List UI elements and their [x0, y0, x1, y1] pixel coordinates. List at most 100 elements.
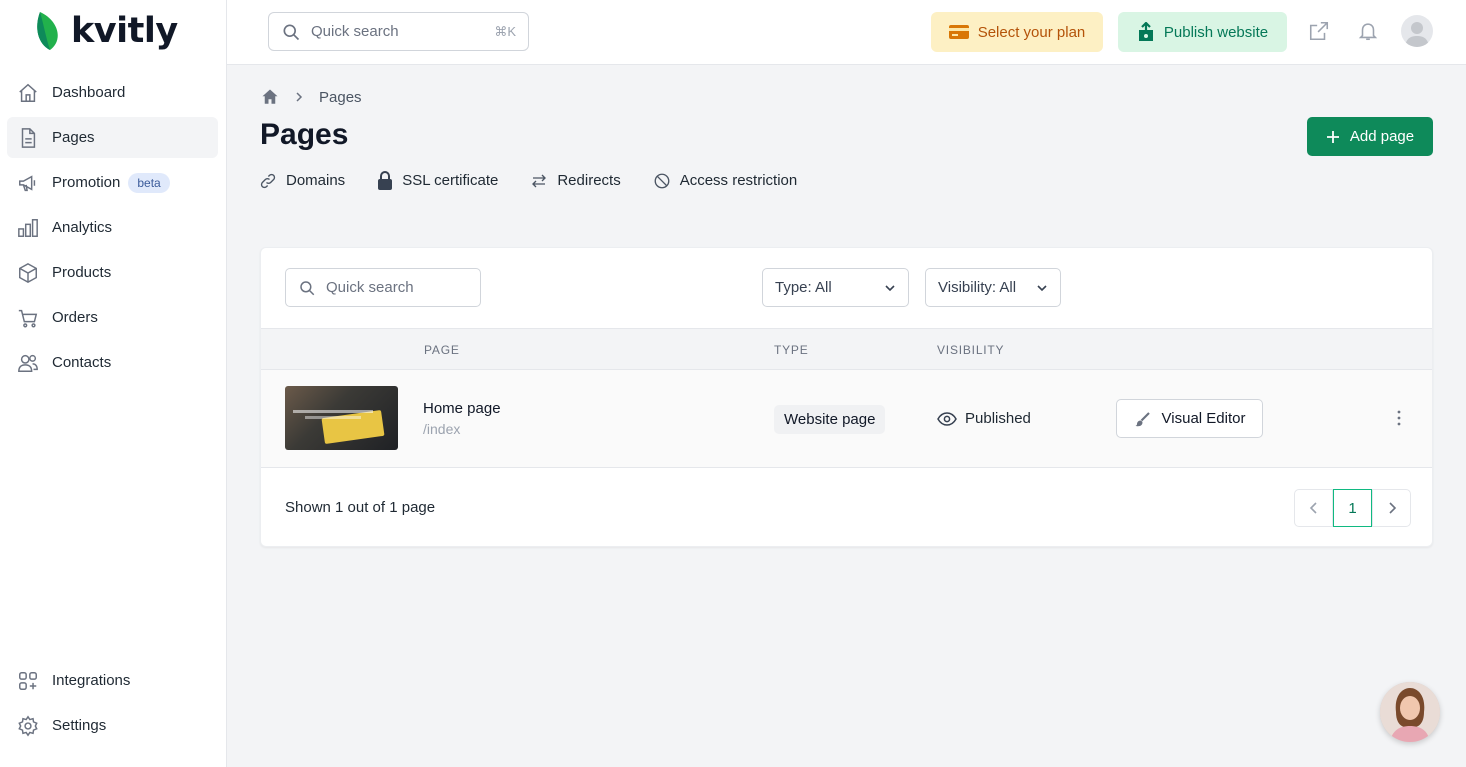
row-more-menu-icon[interactable] [1392, 406, 1406, 430]
bell-icon[interactable] [1356, 19, 1380, 43]
page-type-badge: Website page [774, 405, 886, 434]
megaphone-icon [17, 172, 39, 194]
arrows-swap-icon [532, 174, 547, 187]
bar-chart-icon [17, 217, 39, 239]
eye-icon [937, 411, 957, 426]
sidebar-item-dashboard[interactable]: Dashboard [7, 72, 218, 113]
page-path: /index [423, 421, 461, 437]
sidebar-item-orders[interactable]: Orders [7, 297, 218, 338]
chevron-right-icon [1388, 502, 1396, 514]
subnav-redirects[interactable]: Redirects [530, 171, 621, 190]
lock-icon [378, 171, 393, 190]
home-icon[interactable] [261, 88, 279, 106]
add-page-button[interactable]: Add page [1307, 117, 1433, 156]
page-visibility[interactable]: Published [937, 410, 1031, 427]
subnav-domains[interactable]: Domains [259, 171, 345, 190]
sidebar-item-analytics[interactable]: Analytics [7, 207, 218, 248]
thumbnail-text-line [293, 410, 373, 413]
subnav-label: Domains [286, 172, 346, 189]
chevron-right-icon [296, 92, 303, 102]
user-avatar[interactable] [1401, 15, 1433, 47]
sidebar-item-label: Settings [52, 717, 107, 734]
pagination-prev-button[interactable] [1294, 489, 1333, 527]
sidebar-item-label: Integrations [52, 672, 131, 689]
visibility-filter-select[interactable]: Visibility: All [925, 268, 1061, 307]
type-filter-select[interactable]: Type: All [762, 268, 909, 307]
select-plan-button[interactable]: Select your plan [931, 12, 1103, 52]
sidebar-item-pages[interactable]: Pages [7, 117, 218, 158]
chevron-down-icon [1037, 284, 1047, 291]
visual-editor-label: Visual Editor [1161, 410, 1246, 427]
sidebar-bottom-nav: Integrations Settings [7, 660, 218, 750]
leaf-logo-icon [37, 12, 58, 50]
pages-table-card: Quick search Type: All Visibility: All P… [260, 247, 1433, 547]
pagination: 1 [1294, 489, 1411, 527]
subnav-ssl-certificate[interactable]: SSL certificate [377, 171, 498, 190]
pages-subnav: Domains SSL certificate Redirects Access… [259, 171, 797, 190]
column-header-page[interactable]: PAGE [424, 343, 460, 357]
publish-website-label: Publish website [1163, 23, 1269, 41]
sidebar-item-label: Promotion [52, 174, 121, 191]
table-row[interactable]: Home page /index Website page Published … [261, 370, 1432, 468]
table-footer-count: Shown 1 out of 1 page [285, 499, 436, 516]
publish-website-button[interactable]: Publish website [1118, 12, 1287, 52]
brush-icon [1135, 411, 1150, 426]
topbar: Quick search ⌘K Select your plan Publish… [227, 0, 1466, 65]
chevron-down-icon [885, 284, 895, 291]
users-icon [17, 352, 39, 374]
visibility-filter-value: Visibility: All [938, 279, 1017, 296]
page-name[interactable]: Home page [423, 400, 501, 417]
pagination-page-button[interactable]: 1 [1333, 489, 1372, 527]
page-thumbnail[interactable] [285, 386, 398, 450]
breadcrumb-current: Pages [319, 88, 362, 106]
beta-badge: beta [128, 172, 170, 193]
logo-text: kvitly [71, 11, 178, 51]
sidebar-item-promotion[interactable]: Promotion beta [7, 162, 218, 203]
sidebar-item-label: Orders [52, 309, 98, 326]
table-header: PAGE TYPE VISIBILITY [261, 328, 1432, 370]
sidebar-item-contacts[interactable]: Contacts [7, 342, 218, 383]
sidebar-item-label: Dashboard [52, 84, 126, 101]
pagination-next-button[interactable] [1372, 489, 1411, 527]
external-link-icon[interactable] [1307, 19, 1331, 43]
table-search-input[interactable]: Quick search [285, 268, 481, 307]
breadcrumb: Pages [261, 88, 362, 106]
sidebar-item-products[interactable]: Products [7, 252, 218, 293]
type-filter-value: Type: All [775, 279, 832, 296]
credit-card-icon [948, 25, 969, 39]
sidebar-item-label: Products [52, 264, 112, 281]
logo[interactable]: kvitly [34, 10, 178, 52]
subnav-access-restriction[interactable]: Access restriction [653, 171, 798, 190]
support-chat-avatar[interactable] [1380, 682, 1440, 742]
support-agent-icon [1380, 682, 1440, 742]
sidebar-item-settings[interactable]: Settings [7, 705, 218, 746]
search-icon [283, 24, 300, 40]
visibility-label: Published [965, 410, 1031, 427]
add-page-label: Add page [1349, 128, 1415, 145]
top-search-input[interactable]: Quick search ⌘K [268, 12, 529, 51]
subnav-label: Access restriction [679, 172, 798, 189]
table-search-placeholder: Quick search [326, 279, 414, 296]
document-icon [17, 127, 39, 149]
sidebar-nav: Dashboard Pages Promotion beta Analytics [7, 72, 218, 387]
visual-editor-button[interactable]: Visual Editor [1116, 399, 1263, 438]
ban-icon [654, 173, 670, 188]
link-icon [260, 173, 276, 188]
cart-icon [17, 307, 39, 329]
sidebar-item-label: Analytics [52, 219, 113, 236]
sidebar-item-integrations[interactable]: Integrations [7, 660, 218, 701]
home-icon [17, 82, 39, 104]
search-shortcut: ⌘K [494, 23, 516, 39]
column-header-type[interactable]: TYPE [774, 343, 809, 357]
search-icon [300, 280, 315, 295]
page-title: Pages [260, 118, 349, 151]
grid-plus-icon [17, 670, 39, 692]
subnav-label: Redirects [557, 172, 621, 189]
plus-icon [1326, 130, 1339, 143]
select-plan-label: Select your plan [977, 23, 1086, 41]
chevron-left-icon [1309, 502, 1317, 514]
thumbnail-text-line [305, 416, 361, 419]
user-icon [1405, 22, 1429, 47]
subnav-label: SSL certificate [402, 172, 499, 189]
column-header-visibility[interactable]: VISIBILITY [937, 343, 1004, 357]
